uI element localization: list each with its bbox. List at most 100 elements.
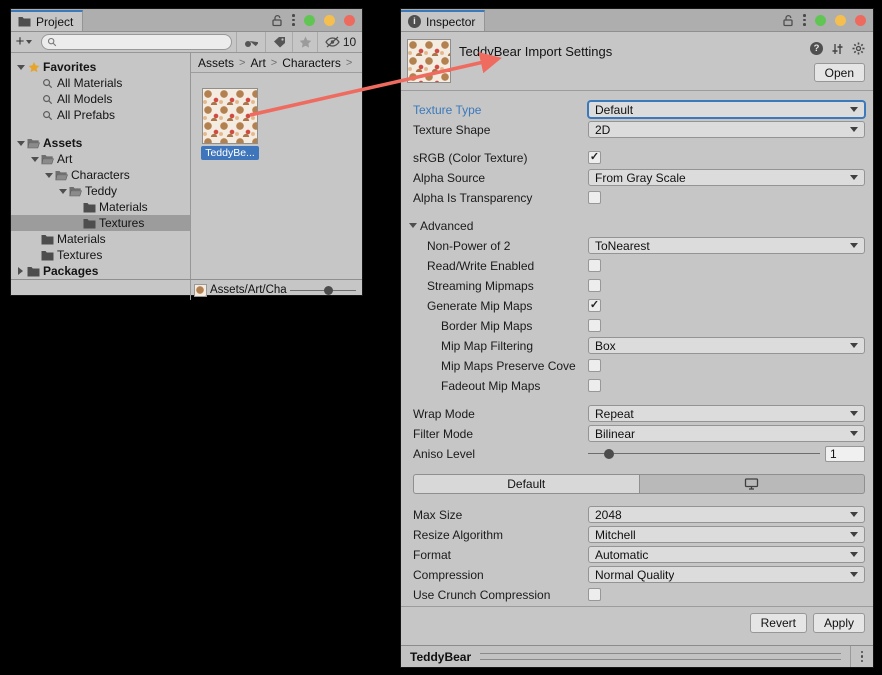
field-npot: Non-Power of 2 ToNearest <box>413 236 865 255</box>
gear-icon[interactable] <box>852 42 865 55</box>
open-button[interactable]: Open <box>814 63 865 82</box>
tree-item-characters[interactable]: Characters <box>11 167 190 183</box>
format-label: Format <box>413 548 588 562</box>
breadcrumb-separator: > <box>239 57 245 69</box>
tree-item-assets[interactable]: Assets <box>11 135 190 151</box>
texture-type-dropdown[interactable]: Default <box>588 101 865 118</box>
search-input[interactable] <box>41 34 232 50</box>
tab-project[interactable]: Project <box>11 10 83 31</box>
platform-tab-standalone[interactable] <box>640 474 866 494</box>
mip-filtering-dropdown[interactable]: Box <box>588 337 865 354</box>
compression-dropdown[interactable]: Normal Quality <box>588 566 865 583</box>
help-icon[interactable]: ? <box>810 42 823 55</box>
hidden-count-button[interactable]: 10 <box>317 32 362 52</box>
fadeout-mipmaps-checkbox[interactable] <box>588 379 601 392</box>
tab-inspector[interactable]: i Inspector <box>401 10 485 31</box>
revert-button[interactable]: Revert <box>750 613 807 633</box>
alpha-source-dropdown[interactable]: From Gray Scale <box>588 169 865 186</box>
lock-icon[interactable] <box>271 14 283 27</box>
create-asset-button[interactable]: + <box>11 32 37 52</box>
wrap-mode-dropdown[interactable]: Repeat <box>588 405 865 422</box>
red-circle-icon[interactable] <box>855 15 866 26</box>
alpha-is-transparency-checkbox[interactable] <box>588 191 601 204</box>
presets-icon[interactable] <box>831 43 844 55</box>
use-crunch-compression-label: Use Crunch Compression <box>413 588 588 602</box>
teddybear-asset-thumbnail[interactable] <box>202 88 258 144</box>
chevron-down-icon <box>850 572 858 577</box>
green-circle-icon[interactable] <box>815 15 826 26</box>
kebab-menu-icon[interactable] <box>292 14 295 26</box>
chevron-down-icon <box>850 552 858 557</box>
kebab-menu-icon[interactable] <box>803 14 806 26</box>
border-mipmaps-checkbox[interactable] <box>588 319 601 332</box>
read-write-label: Read/Write Enabled <box>413 259 588 273</box>
breadcrumb-characters[interactable]: Characters <box>282 56 341 70</box>
generate-mipmaps-checkbox[interactable]: ✓ <box>588 299 601 312</box>
hidden-count-label: 10 <box>343 35 356 49</box>
tree-item-all-materials[interactable]: All Materials <box>11 75 190 91</box>
apply-button[interactable]: Apply <box>813 613 865 633</box>
filter-by-label-button[interactable] <box>265 32 292 52</box>
foldout-closed-icon[interactable] <box>14 267 27 275</box>
preview-menu-button[interactable] <box>850 646 873 667</box>
foldout-open-icon[interactable] <box>14 65 27 70</box>
platform-tab-default[interactable]: Default <box>413 474 640 494</box>
field-mip-preserve-coverage: Mip Maps Preserve Cove <box>413 356 865 375</box>
field-srgb: sRGB (Color Texture) ✓ <box>413 148 865 167</box>
folder-icon <box>41 250 54 261</box>
tree-item-all-models[interactable]: All Models <box>11 91 190 107</box>
tree-item-packages[interactable]: Packages <box>11 263 190 279</box>
folder-icon <box>27 266 40 277</box>
breadcrumb-separator: > <box>271 57 277 69</box>
tree-item-all-prefabs[interactable]: All Prefabs <box>11 107 190 123</box>
alpha-is-transparency-label: Alpha Is Transparency <box>413 191 588 205</box>
tree-item-teddy[interactable]: Teddy <box>11 183 190 199</box>
advanced-foldout[interactable]: Advanced <box>413 216 865 235</box>
filter-by-type-button[interactable] <box>236 32 265 52</box>
npot-dropdown[interactable]: ToNearest <box>588 237 865 254</box>
preview-bar: TeddyBear <box>401 645 873 667</box>
breadcrumb-separator: > <box>346 57 352 69</box>
star-icon <box>27 61 40 73</box>
tree-item-art[interactable]: Art <box>11 151 190 167</box>
mip-preserve-coverage-checkbox[interactable] <box>588 359 601 372</box>
tree-item-favorites[interactable]: Favorites <box>11 59 190 75</box>
filter-mode-dropdown[interactable]: Bilinear <box>588 425 865 442</box>
chevron-down-icon <box>850 532 858 537</box>
filter-mode-label: Filter Mode <box>413 427 588 441</box>
texture-type-label: Texture Type <box>413 103 588 117</box>
saved-search-button[interactable] <box>292 32 317 52</box>
green-circle-icon[interactable] <box>304 15 315 26</box>
slider-knob[interactable] <box>324 286 333 295</box>
folder-open-icon <box>69 186 82 197</box>
max-size-dropdown[interactable]: 2048 <box>588 506 865 523</box>
teddybear-asset-label[interactable]: TeddyBe... <box>201 146 259 160</box>
yellow-circle-icon[interactable] <box>835 15 846 26</box>
use-crunch-compression-checkbox[interactable] <box>588 588 601 601</box>
foldout-open-icon[interactable] <box>28 157 41 162</box>
breadcrumb-art[interactable]: Art <box>250 56 265 70</box>
streaming-mipmaps-checkbox[interactable] <box>588 279 601 292</box>
resize-algorithm-dropdown[interactable]: Mitchell <box>588 526 865 543</box>
breadcrumb-assets[interactable]: Assets <box>198 56 234 70</box>
tree-item-textures[interactable]: Textures <box>11 247 190 263</box>
aniso-level-slider[interactable] <box>588 448 820 460</box>
slider-knob[interactable] <box>604 449 614 459</box>
tree-item-teddy-textures[interactable]: Textures <box>11 215 190 231</box>
thumbnail-zoom-slider[interactable] <box>290 284 356 296</box>
foldout-open-icon[interactable] <box>56 189 69 194</box>
foldout-open-icon[interactable] <box>14 141 27 146</box>
yellow-circle-icon[interactable] <box>324 15 335 26</box>
srgb-checkbox[interactable]: ✓ <box>588 151 601 164</box>
format-dropdown[interactable]: Automatic <box>588 546 865 563</box>
preview-resize-handle[interactable] <box>480 653 841 660</box>
lock-icon[interactable] <box>782 14 794 27</box>
texture-shape-dropdown[interactable]: 2D <box>588 121 865 138</box>
aniso-level-value-field[interactable]: 1 <box>825 446 865 462</box>
tree-item-teddy-materials[interactable]: Materials <box>11 199 190 215</box>
alpha-source-label: Alpha Source <box>413 171 588 185</box>
red-circle-icon[interactable] <box>344 15 355 26</box>
tree-item-materials[interactable]: Materials <box>11 231 190 247</box>
read-write-checkbox[interactable] <box>588 259 601 272</box>
foldout-open-icon[interactable] <box>42 173 55 178</box>
